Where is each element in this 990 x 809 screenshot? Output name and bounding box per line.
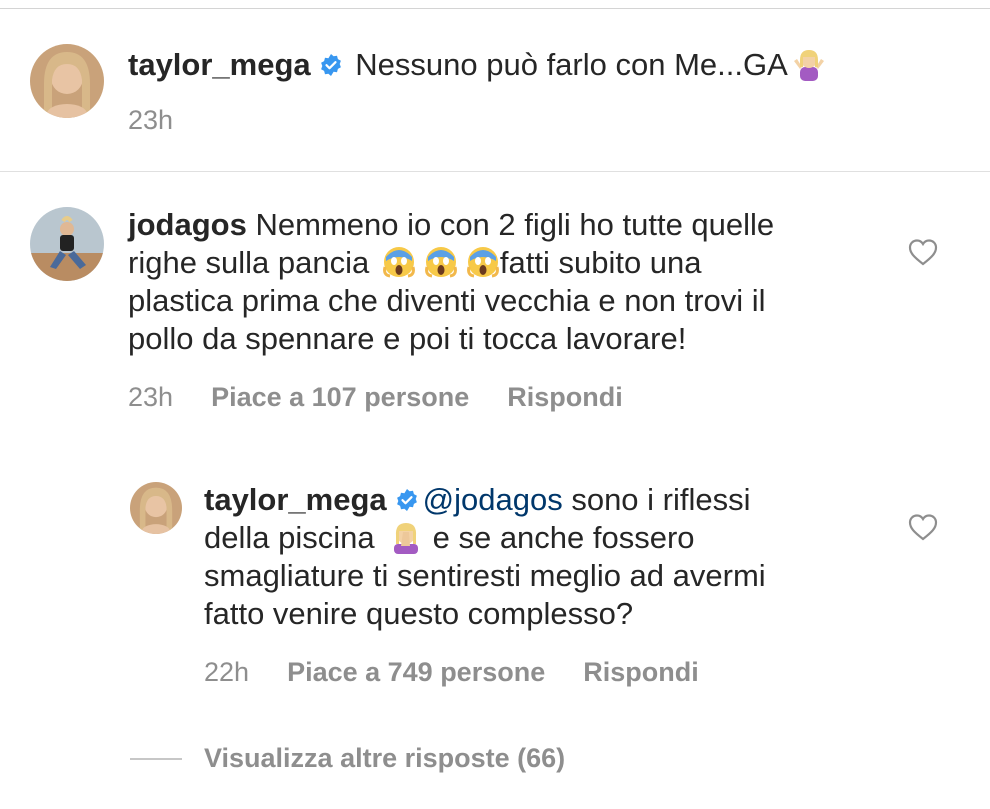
comment-line-4: pollo da spennare e poi ti tocca lavorar…: [128, 321, 687, 356]
heart-icon[interactable]: [908, 238, 938, 266]
top-border: [0, 8, 990, 9]
heart-icon[interactable]: [908, 513, 938, 541]
reply-username[interactable]: taylor_mega: [204, 482, 387, 517]
person-facepalming-icon: [389, 520, 423, 554]
comment-line-2: righe sulla pancia: [128, 245, 370, 280]
reply-meta: 22h Piace a 749 persone Rispondi: [204, 656, 737, 688]
verified-icon: [395, 488, 419, 512]
reply-line-2-end: e se anche fossero: [432, 520, 695, 555]
comment-line-1: Nemmeno io con 2 figli ho tutte quelle: [255, 207, 775, 242]
view-more-line: [130, 758, 182, 760]
caption-avatar[interactable]: [30, 44, 104, 118]
reply-line-3: smagliature ti sentiresti meglio ad aver…: [204, 558, 766, 593]
comment-likes[interactable]: Piace a 107 persone: [211, 382, 469, 412]
comment-reply-button[interactable]: Rispondi: [507, 382, 623, 412]
comment-meta: 23h Piace a 107 persone Rispondi: [128, 381, 661, 413]
caption-time: 23h: [128, 105, 174, 135]
comment-line-3: plastica prima che diventi vecchia e non…: [128, 283, 766, 318]
reply-reply-button[interactable]: Rispondi: [583, 657, 699, 687]
comment-line-2-end: fatti subito una: [499, 245, 702, 280]
reply-likes[interactable]: Piace a 749 persone: [287, 657, 545, 687]
reply-time: 22h: [204, 657, 250, 687]
comment-time: 23h: [128, 382, 174, 412]
caption-text: taylor_mega Nessuno può farlo con Me...G…: [128, 46, 830, 84]
comment-username[interactable]: jodagos: [128, 207, 247, 242]
section-divider: [0, 171, 990, 172]
face-screaming-icon: [424, 245, 458, 279]
reply-line-4: fatto venire questo complesso?: [204, 596, 634, 631]
comment-text: jodagos Nemmeno io con 2 figli ho tutte …: [128, 206, 888, 358]
caption-body: Nessuno può farlo con Me...GA: [355, 47, 788, 82]
reply-line-1: sono i riflessi: [571, 482, 751, 517]
face-screaming-icon: [466, 245, 500, 279]
caption-username[interactable]: taylor_mega: [128, 47, 311, 82]
person-shrugging-icon: [792, 47, 826, 81]
comment-avatar[interactable]: [30, 207, 104, 281]
reply-text: taylor_mega @jodagos sono i riflessi dell…: [204, 481, 884, 633]
verified-icon: [319, 53, 343, 77]
face-screaming-icon: [382, 245, 416, 279]
reply-avatar[interactable]: [130, 482, 182, 534]
view-more-replies-button[interactable]: Visualizza altre risposte (66): [204, 742, 565, 774]
reply-line-2: della piscina: [204, 520, 375, 555]
reply-mention[interactable]: @jodagos: [423, 482, 563, 517]
caption-meta: 23h: [128, 104, 211, 136]
